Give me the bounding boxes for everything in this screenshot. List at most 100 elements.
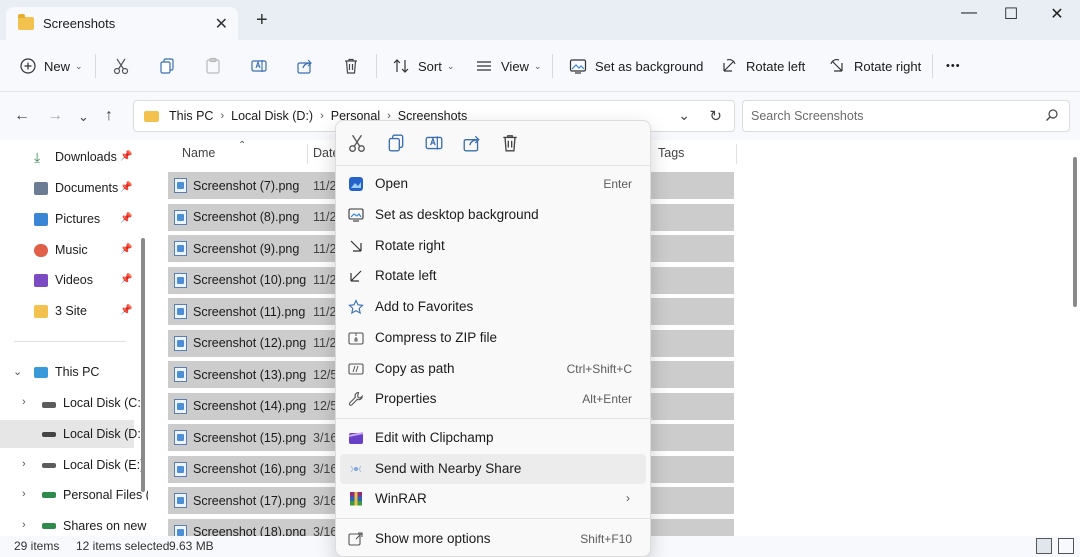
menu-item-set-desktop-background[interactable]: Set as desktop background	[340, 200, 646, 230]
share-icon[interactable]	[462, 133, 482, 153]
sidebar-item-videos[interactable]: Videos 📌	[0, 266, 134, 294]
pin-icon[interactable]: 📌	[120, 305, 132, 316]
refresh-icon[interactable]: ↻	[709, 107, 722, 125]
maximize-button[interactable]: ☐	[996, 4, 1026, 24]
pin-icon[interactable]: 📌	[120, 244, 132, 255]
menu-divider	[336, 518, 652, 519]
search-input[interactable]	[751, 109, 1031, 123]
delete-button[interactable]	[342, 54, 368, 78]
toolbar-divider	[95, 54, 96, 78]
menu-item-add-to-favorites[interactable]: Add to Favorites	[340, 292, 646, 322]
chevron-right-icon[interactable]: ›	[22, 396, 26, 408]
sidebar-item-3-site[interactable]: 3 Site 📌	[0, 297, 134, 325]
file-list-scrollbar[interactable]	[1070, 140, 1080, 536]
menu-item-send-with-nearby-share[interactable]: Send with Nearby Share	[340, 454, 646, 484]
back-arrow-icon[interactable]: ←	[14, 107, 30, 125]
view-label: View	[501, 58, 529, 74]
pin-icon[interactable]: 📌	[120, 182, 132, 193]
sidebar-item-local-disk-e[interactable]: › Local Disk (E:)	[0, 451, 144, 479]
menu-item-rotate-left[interactable]: Rotate left	[340, 261, 646, 291]
menu-divider	[336, 418, 652, 419]
image-file-icon	[174, 367, 187, 382]
breadcrumb-chevron-icon[interactable]: ›	[220, 110, 224, 122]
file-name: Screenshot (16).png	[193, 462, 307, 476]
tab-close-button[interactable]: ✕	[215, 14, 228, 34]
copy-button[interactable]	[158, 54, 184, 78]
file-name: Screenshot (15).png	[193, 430, 307, 445]
clipchamp-icon	[348, 432, 364, 444]
column-header-tags[interactable]: Tags	[658, 146, 684, 160]
pin-icon[interactable]: 📌	[120, 213, 132, 224]
sidebar-item-local-disk-c[interactable]: › Local Disk (C:)	[0, 389, 145, 417]
sidebar-item-personal-files[interactable]: › Personal Files (	[0, 481, 148, 509]
sort-button[interactable]: Sort ⌄	[392, 54, 454, 78]
column-separator[interactable]	[736, 144, 737, 164]
new-tab-button[interactable]: +	[256, 10, 268, 30]
sidebar-item-local-disk-d[interactable]: Local Disk (D:)	[0, 420, 145, 448]
search-icon[interactable]	[1045, 108, 1059, 122]
copy-icon[interactable]	[386, 133, 406, 153]
delete-icon[interactable]	[500, 133, 520, 153]
column-separator[interactable]	[307, 144, 308, 164]
menu-item-copy-as-path[interactable]: Copy as path Ctrl+Shift+C	[340, 354, 646, 384]
sidebar-item-downloads[interactable]: ⤓ Downloads 📌	[0, 143, 134, 171]
tab-screenshots[interactable]: Screenshots ✕	[6, 7, 238, 40]
set-as-background-button[interactable]: Set as background	[569, 54, 703, 78]
cut-button[interactable]	[112, 54, 138, 78]
menu-item-winrar[interactable]: WinRAR ›	[340, 484, 646, 514]
sidebar-item-shares[interactable]: › Shares on new	[0, 512, 146, 536]
menu-item-properties[interactable]: Properties Alt+Enter	[340, 384, 646, 414]
pin-icon[interactable]: 📌	[120, 151, 132, 162]
address-dropdown-icon[interactable]: ⌄	[678, 107, 690, 124]
scrollbar-thumb[interactable]	[1073, 157, 1077, 307]
search-box[interactable]	[742, 100, 1070, 132]
paste-button[interactable]	[204, 54, 230, 78]
menu-item-label: Show more options	[375, 531, 491, 546]
forward-arrow-icon[interactable]: →	[47, 107, 63, 125]
sidebar-scrollbar[interactable]	[141, 238, 145, 492]
rename-icon[interactable]	[424, 133, 444, 153]
tiles-view-button[interactable]	[1058, 538, 1074, 554]
menu-item-rotate-right[interactable]: Rotate right	[340, 231, 646, 261]
rotate-left-button[interactable]: Rotate left	[720, 54, 805, 78]
up-arrow-icon[interactable]: ↑	[105, 107, 113, 125]
set-as-background-label: Set as background	[595, 58, 704, 74]
breadcrumb-this-pc[interactable]: This PC	[169, 109, 213, 123]
context-menu: Open Enter Set as desktop background Rot…	[335, 120, 652, 557]
file-date: 11/2	[313, 178, 337, 193]
cut-icon[interactable]	[347, 133, 367, 153]
new-button[interactable]: New ⌄	[20, 54, 83, 78]
file-date: 12/5	[313, 367, 338, 382]
menu-item-label: WinRAR	[375, 491, 427, 506]
breadcrumb-local-disk-d[interactable]: Local Disk (D:)	[231, 109, 313, 123]
minimize-button[interactable]: —	[954, 4, 984, 22]
sidebar-item-music[interactable]: Music 📌	[0, 236, 134, 264]
sidebar-item-documents[interactable]: Documents 📌	[0, 174, 134, 202]
share-button[interactable]	[296, 54, 322, 78]
winrar-icon	[350, 492, 362, 506]
chevron-right-icon[interactable]: ›	[22, 488, 26, 500]
photos-app-icon	[349, 177, 363, 191]
sidebar-item-this-pc[interactable]: ⌄ This PC	[0, 358, 134, 386]
column-header-name[interactable]: Name	[182, 146, 215, 160]
close-button[interactable]: ✕	[1042, 4, 1072, 24]
menu-item-edit-with-clipchamp[interactable]: Edit with Clipchamp	[340, 423, 646, 453]
rotate-right-button[interactable]: Rotate right	[828, 54, 921, 78]
menu-item-open[interactable]: Open Enter	[340, 169, 646, 199]
menu-item-show-more-options[interactable]: Show more options Shift+F10	[340, 524, 646, 554]
recent-locations-chevron-icon[interactable]: ⌄	[78, 109, 89, 125]
chevron-right-icon[interactable]: ›	[22, 519, 26, 531]
view-button[interactable]: View ⌄	[475, 54, 542, 78]
sidebar-item-pictures[interactable]: Pictures 📌	[0, 205, 134, 233]
breadcrumb-chevron-icon[interactable]: ›	[320, 110, 324, 122]
chevron-right-icon[interactable]: ›	[22, 458, 26, 470]
details-view-button[interactable]	[1036, 538, 1052, 554]
sidebar-item-label: Videos	[55, 273, 93, 287]
menu-item-shortcut: Alt+Enter	[582, 392, 632, 406]
sidebar-item-label: Local Disk (E:)	[63, 458, 145, 472]
chevron-down-icon[interactable]: ⌄	[13, 365, 22, 378]
menu-item-compress-zip[interactable]: Compress to ZIP file	[340, 323, 646, 353]
more-options-button[interactable]: •••	[946, 54, 961, 78]
pin-icon[interactable]: 📌	[120, 274, 132, 285]
rename-button[interactable]	[250, 54, 276, 78]
